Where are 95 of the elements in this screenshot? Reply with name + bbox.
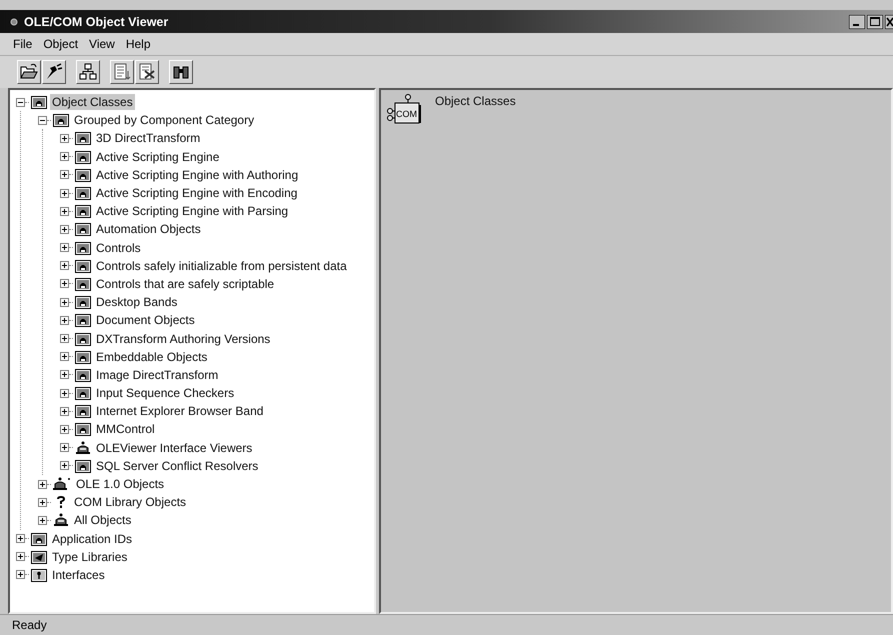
tree-item[interactable]: Active Scripting Engine [94,148,222,165]
tree-item[interactable]: Input Sequence Checkers [94,385,236,402]
tree-item[interactable]: Active Scripting Engine with Parsing [94,203,290,220]
expand-icon[interactable] [60,261,69,270]
folder-icon [75,404,91,418]
menu-item[interactable]: File [13,37,32,51]
folder-icon [31,532,47,546]
expand-icon[interactable] [38,498,47,507]
folder-icon [75,240,91,255]
tree-item[interactable]: Object Classes [50,94,135,110]
menu-item[interactable]: Help [126,37,151,51]
document-icon[interactable] [135,60,159,84]
book-icon [31,550,47,564]
expand-icon[interactable] [60,370,69,380]
expand-icon[interactable] [38,480,47,489]
folder-icon [75,186,91,200]
tree-item[interactable]: All Objects [72,512,134,528]
collapse-icon[interactable] [38,116,47,125]
folder-icon [75,204,91,218]
folder-icon [75,313,91,328]
expand-icon[interactable] [60,170,69,180]
tree-item[interactable]: DXTransform Authoring Versions [94,330,272,347]
tree-item[interactable]: Document Objects [94,312,197,328]
tree-item[interactable]: Image DirectTransform [94,366,220,383]
expand-icon[interactable] [60,388,69,398]
tree-item[interactable]: Embeddable Objects [94,348,210,365]
interface-icon [31,568,47,582]
tree-item[interactable]: Grouped by Component Category [72,112,256,128]
expand-icon[interactable] [60,406,69,416]
expand-icon[interactable] [60,243,69,252]
tree-item[interactable]: SQL Server Conflict Resolvers [94,458,260,474]
folder-icon [75,295,91,310]
tree-item[interactable]: Type Libraries [50,548,130,565]
folder-icon [75,168,91,182]
tree-item[interactable]: Desktop Bands [94,294,180,310]
tree-item[interactable]: Active Scripting Engine with Authoring [94,166,300,183]
expand-icon[interactable] [60,188,69,198]
folder-icon [75,276,91,291]
folder-icon [75,386,91,400]
expand-icon[interactable] [60,443,69,452]
expand-icon[interactable] [60,424,69,434]
teapot-icon [53,477,71,492]
expand-icon[interactable] [60,152,69,162]
folder-icon [75,422,91,436]
tree-item[interactable]: Application IDs [50,530,134,547]
expand-icon[interactable] [16,552,25,562]
tree-item[interactable]: 3D DirectTransform [94,130,202,146]
tree-item[interactable]: OLEViewer Interface Viewers [94,440,254,456]
folder-icon [75,222,91,236]
window-title: OLE/COM Object Viewer [24,14,170,28]
tree-item[interactable]: OLE 1.0 Objects [74,476,166,492]
close-button[interactable] [885,14,893,28]
minimize-button[interactable] [849,14,865,28]
folder-icon [75,258,91,273]
menu-item[interactable]: View [89,37,115,51]
folder-icon [75,150,91,164]
document-icon[interactable] [110,60,134,84]
tree-item[interactable]: MMControl [94,421,157,438]
folder-icon [75,131,91,146]
expand-icon[interactable] [16,570,25,580]
tree-item[interactable]: Interfaces [50,566,107,583]
expand-icon[interactable] [60,352,69,362]
tree-item[interactable]: Internet Explorer Browser Band [94,403,266,420]
collapse-icon[interactable] [16,98,25,107]
teapot-icon [53,513,69,528]
tree-item[interactable]: Controls safely initializable from persistent data [94,258,349,274]
teapot-icon [75,440,91,455]
app-icon [10,18,18,26]
expand-icon[interactable] [60,224,69,234]
expand-icon[interactable] [60,134,69,143]
binoculars-icon[interactable] [169,60,193,84]
expand-icon[interactable] [60,206,69,216]
folder-icon [31,95,47,110]
expand-icon[interactable] [60,279,69,288]
expand-icon[interactable] [60,298,69,307]
folder-icon [75,350,91,364]
tree-item[interactable]: Controls that are safely scriptable [94,276,276,292]
tree-item[interactable]: COM Library Objects [72,494,188,510]
folder-icon [53,113,69,128]
expand-icon[interactable] [60,461,69,470]
expand-icon[interactable] [16,534,25,544]
folder-icon [75,368,91,382]
tree-item[interactable]: Active Scripting Engine with Encoding [94,185,300,202]
expand-icon[interactable] [60,316,69,325]
expand-icon[interactable] [38,516,47,525]
open-folder-icon[interactable] [17,60,41,84]
folder-icon [75,458,91,473]
expand-icon[interactable] [60,334,69,344]
folder-icon [75,332,91,346]
hierarchy-icon[interactable] [76,60,100,84]
maximize-button[interactable] [867,14,883,28]
tree-item[interactable]: Controls [94,240,143,256]
menu-item[interactable]: Object [43,37,78,51]
detail-title: Object Classes [435,94,516,108]
tree-item[interactable]: Automation Objects [94,221,203,238]
